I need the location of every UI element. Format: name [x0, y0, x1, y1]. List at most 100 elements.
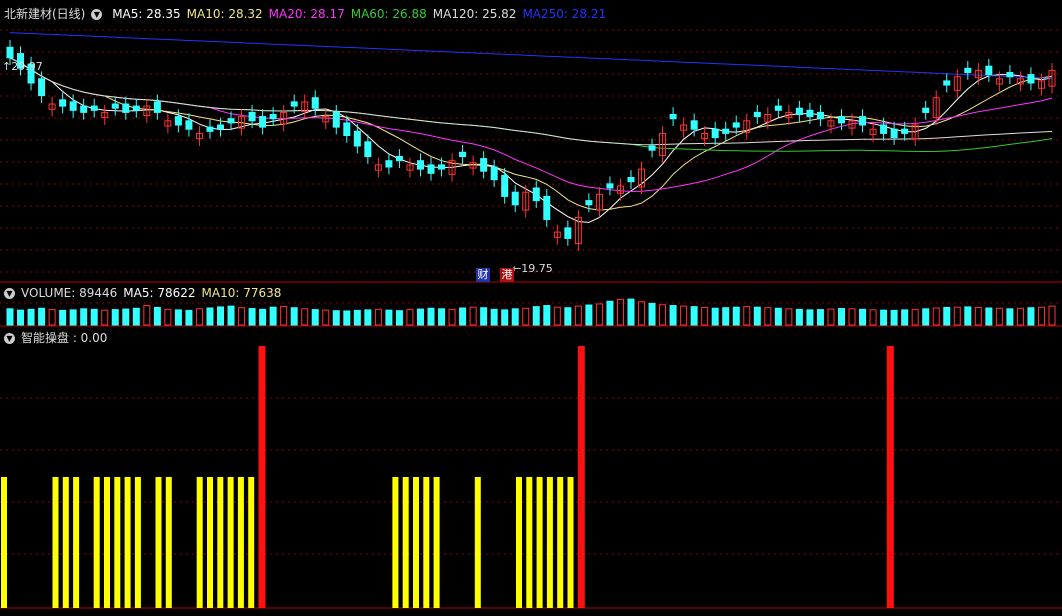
candle-body [859, 116, 867, 126]
volume-bar [511, 308, 519, 326]
candle-body [564, 227, 572, 239]
volume-bar [143, 305, 151, 326]
volume-bar [238, 307, 246, 326]
volume-bar [911, 308, 919, 326]
candle-body [132, 105, 140, 111]
candle-body [480, 158, 488, 172]
volume-bar [532, 306, 540, 326]
volume-bar [953, 306, 961, 326]
volume-bar [448, 308, 456, 326]
volume-bar [301, 308, 309, 326]
volume-bar [964, 306, 972, 326]
volume-bar [217, 306, 225, 326]
volume-bar [69, 309, 77, 326]
signal-bar-yellow [155, 477, 162, 608]
volume-bar [669, 305, 677, 326]
volume-bar [848, 308, 856, 326]
candle-body [985, 65, 993, 76]
volume-bar [1048, 305, 1056, 326]
candle-body [385, 160, 393, 168]
candle-body [711, 128, 719, 139]
volume-bar [985, 307, 993, 326]
volume-bar [585, 304, 593, 326]
volume-bar [374, 308, 382, 326]
volume-bar [648, 302, 656, 326]
candle-body [585, 200, 593, 206]
main-panel-header: 北新建材(日线) ▼ MA5: 28.35 MA10: 28.32 MA20: 28.… [4, 5, 618, 22]
volume-bar [638, 301, 646, 326]
volume-bar [80, 308, 88, 326]
volume-toggle-icon[interactable]: ▼ [4, 288, 15, 299]
volume-bar [332, 310, 340, 326]
finance-badge[interactable]: 财 [476, 268, 490, 282]
volume-bar [259, 308, 267, 326]
volume-bar [480, 307, 488, 326]
volume-bar [38, 307, 46, 326]
volume-bar [364, 309, 372, 326]
volume-bar [627, 298, 635, 326]
ma-line [9, 32, 1053, 79]
volume-bar [1037, 306, 1045, 326]
volume-bar [343, 310, 351, 326]
signal-bar-yellow [124, 477, 131, 608]
volume-bar [395, 310, 403, 326]
candle-body [901, 128, 909, 134]
candle-body [795, 107, 803, 115]
volume-bar [59, 309, 67, 326]
candle-body [269, 114, 277, 120]
volume-bar [174, 309, 182, 326]
candle-body [111, 103, 119, 109]
volume-bar [416, 308, 424, 326]
candle-body [753, 111, 761, 118]
signal-bar-yellow [536, 477, 543, 608]
volume-bar [269, 306, 277, 326]
volume-bar [1006, 308, 1014, 326]
candle-body [227, 118, 235, 124]
volume-bar [574, 305, 582, 326]
candle-body [6, 46, 14, 59]
candle-body [511, 191, 519, 206]
candle-body [459, 151, 467, 158]
volume-bar [901, 309, 909, 326]
signal-bar-red [886, 346, 894, 608]
signal-bar-yellow [546, 477, 553, 608]
signal-bar-yellow [392, 477, 399, 608]
volume-bar [543, 305, 551, 326]
volume-bar [701, 306, 709, 326]
volume-bar [659, 304, 667, 326]
volume-bar [890, 309, 898, 326]
candle-body [627, 177, 635, 183]
settings-toggle-icon[interactable]: ▼ [91, 9, 103, 20]
candle-body [669, 114, 677, 120]
signal-bar-yellow [237, 477, 244, 608]
candle-body [69, 101, 77, 111]
candle-body [59, 99, 67, 107]
ma-legend-item: MA20: 28.17 [268, 7, 345, 21]
volume-bar [490, 308, 498, 326]
signal-bar-yellow [557, 477, 564, 608]
candle-body [332, 111, 340, 128]
ma-legend-item: MA250: 28.21 [522, 7, 607, 21]
hk-badge[interactable]: 港 [500, 268, 514, 282]
volume-bar [564, 307, 572, 326]
indicator-toggle-icon[interactable]: ▼ [4, 333, 15, 344]
indicator-panel-header: ▼ 智能操盘 : 0.00 [4, 329, 113, 346]
ma-legend-item: MA10: 28.32 [186, 7, 263, 21]
volume-bar [690, 306, 698, 326]
ma-legend-item: MA5: 28.35 [112, 7, 181, 21]
candle-body [395, 156, 403, 162]
volume-bar [501, 309, 509, 326]
volume-bar [732, 306, 740, 326]
volume-bar [6, 308, 14, 326]
candle-body [837, 116, 845, 124]
volume-bar [132, 307, 140, 326]
volume-bar [711, 307, 719, 326]
volume-bar [595, 303, 603, 326]
volume-bar [164, 308, 172, 326]
volume-ma5: MA5: 78622 [123, 286, 196, 300]
volume-bar [827, 308, 835, 326]
volume-bar [722, 307, 730, 326]
candle-body [922, 107, 930, 113]
candle-body [806, 109, 814, 118]
candle-body [90, 105, 98, 111]
